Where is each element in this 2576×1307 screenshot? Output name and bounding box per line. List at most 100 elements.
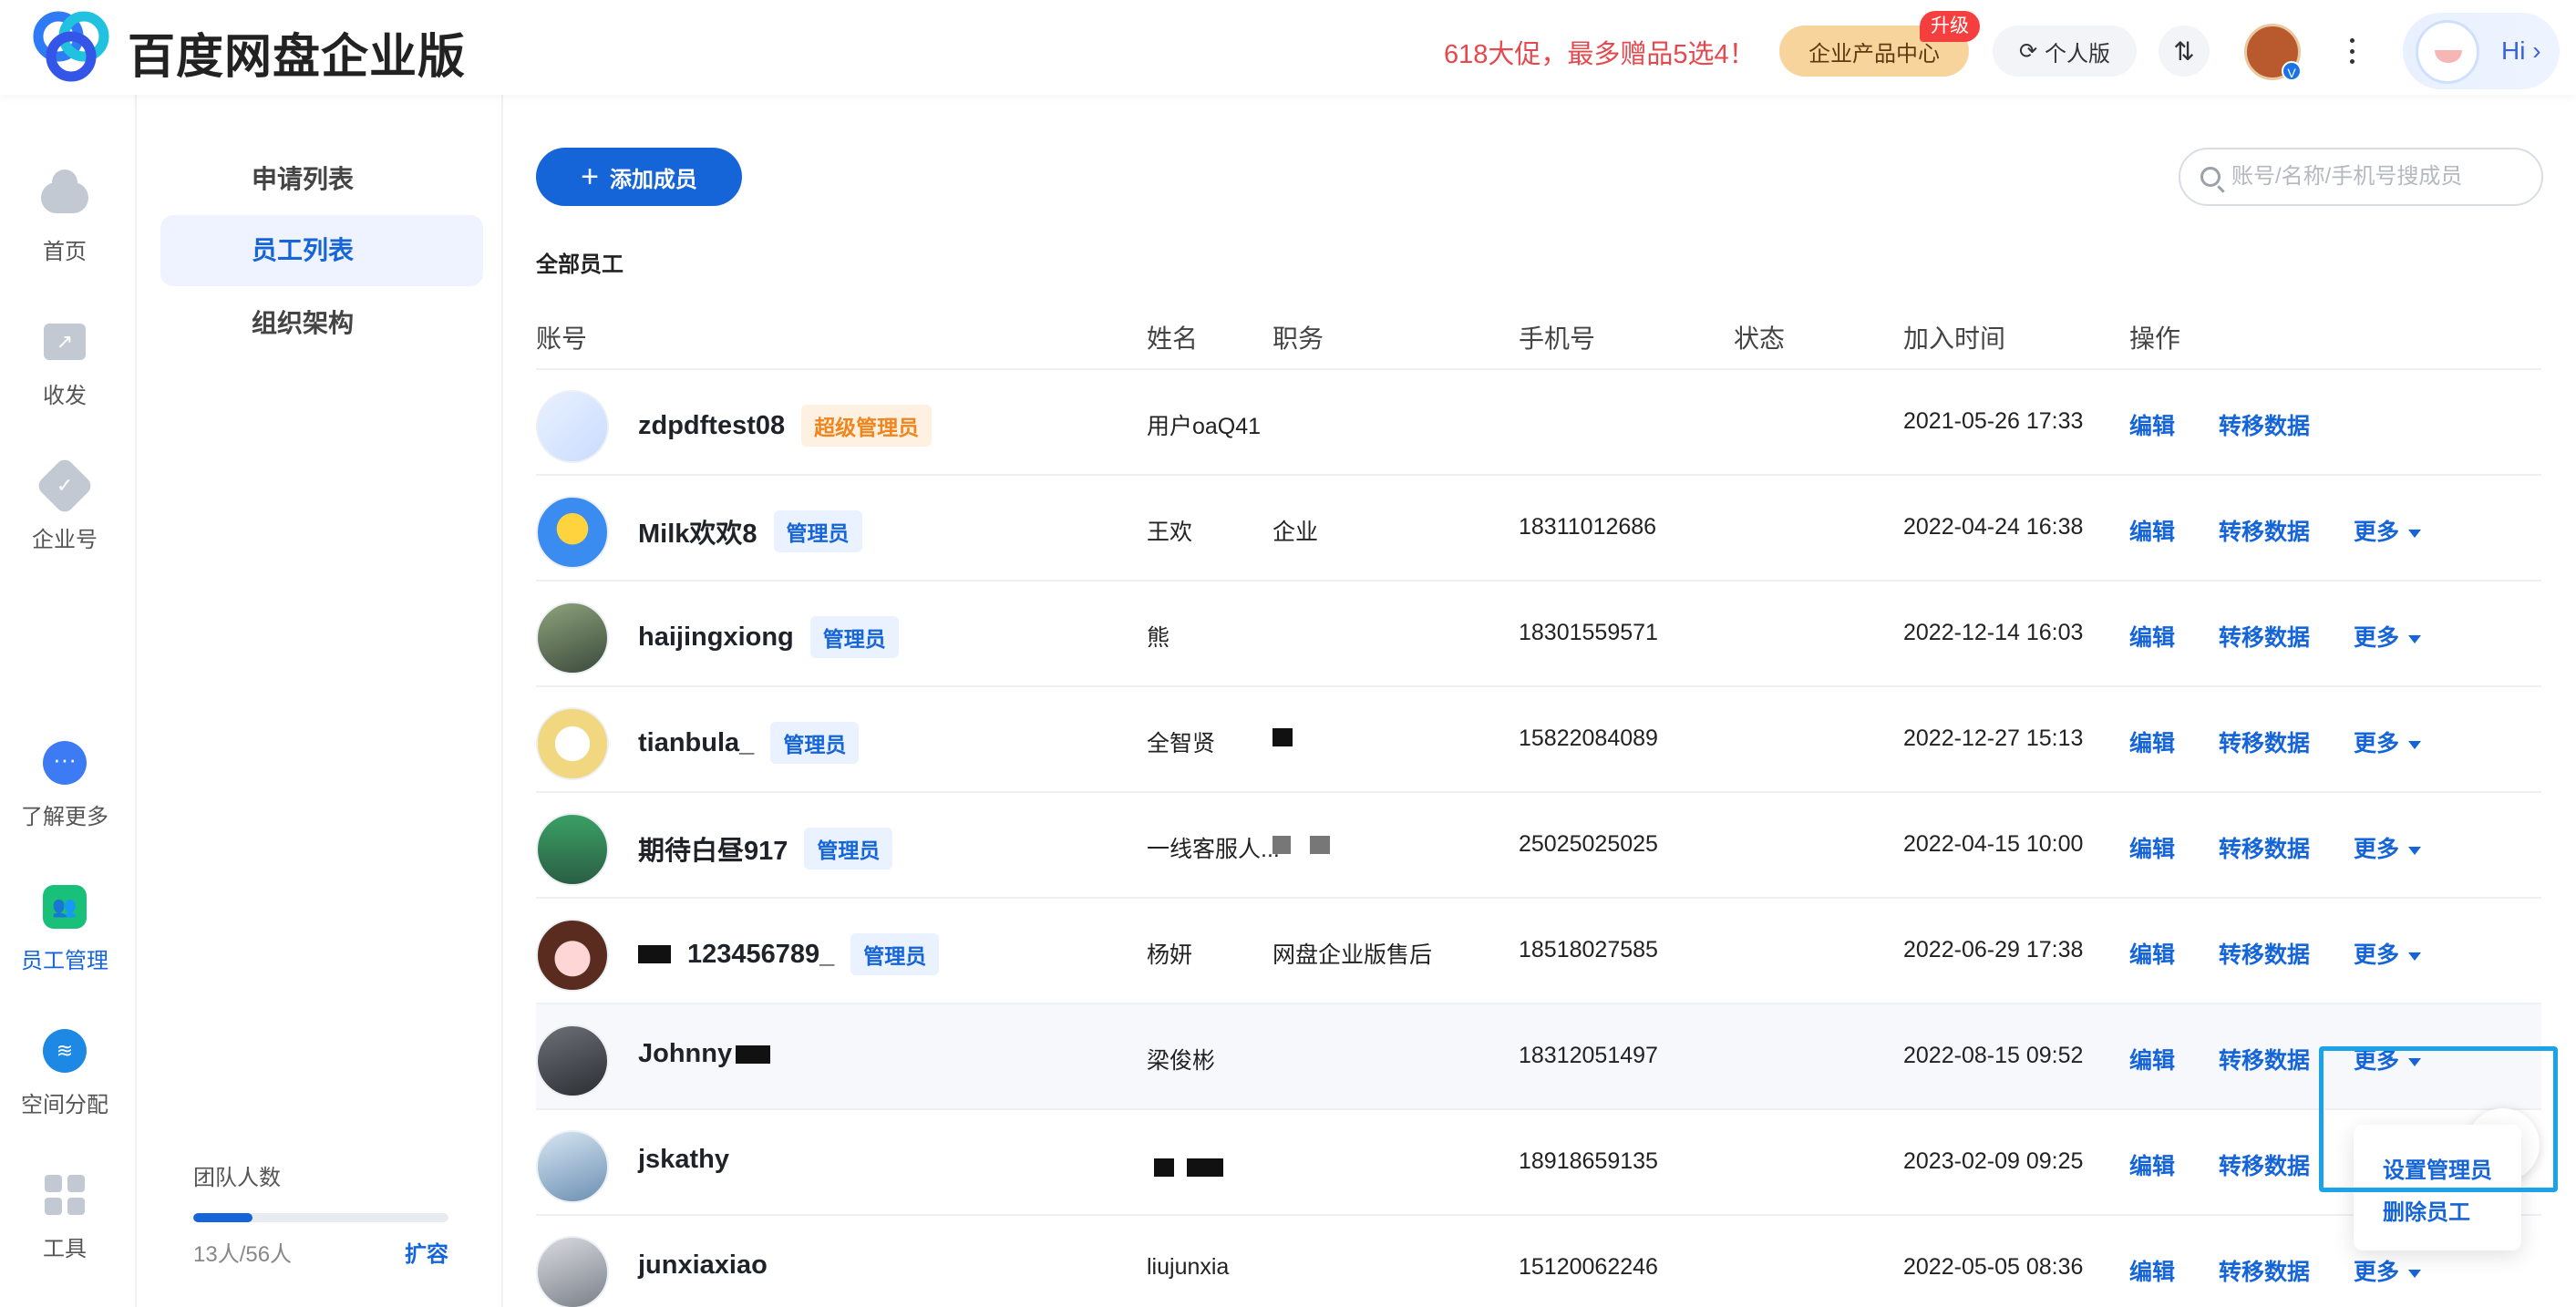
employee-phone: 25025025025 xyxy=(1519,831,1658,857)
transfer-data-button[interactable]: 转移数据 xyxy=(2219,408,2310,441)
rail-item-label: 空间分配 xyxy=(21,1093,108,1117)
promo-banner[interactable]: 618大促，最多赠品5选4！ xyxy=(1444,33,1756,71)
edit-button[interactable]: 编辑 xyxy=(2129,831,2175,864)
search-icon xyxy=(2200,167,2221,187)
transfer-data-button[interactable]: 转移数据 xyxy=(2219,726,2310,758)
avatar xyxy=(536,707,609,780)
more-actions-button[interactable]: 更多 xyxy=(2354,1254,2422,1287)
edit-button[interactable]: 编辑 xyxy=(2129,1043,2175,1075)
table-row[interactable]: junxiaxiao liujunxia 15120062246 2022-05-05… xyxy=(536,1216,2541,1307)
rail-item-enterprise-account[interactable]: ✓ 企业号 xyxy=(0,456,129,553)
assistant-greeting[interactable]: Hi › xyxy=(2403,13,2560,89)
cloud-icon xyxy=(41,170,88,213)
section-title: 全部员工 xyxy=(536,252,623,277)
account-cell: 期待白昼917 管理员 xyxy=(638,828,893,870)
employee-name: 王欢 xyxy=(1147,520,1193,545)
employee-title: 网盘企业版售后 xyxy=(1273,942,1433,968)
table-row[interactable]: jskathy 18918659135 2023-02-09 09:25 编辑 转移数… xyxy=(536,1110,2541,1216)
avatar xyxy=(536,602,609,674)
account-name: jskathy xyxy=(638,1145,729,1174)
baidu-netdisk-logo[interactable] xyxy=(31,9,115,82)
delete-employee-option[interactable]: 删除员工 xyxy=(2354,1192,2521,1234)
personal-edition-button[interactable]: ⟳ 个人版 xyxy=(1993,26,2137,77)
more-menu-icon[interactable] xyxy=(2343,33,2361,69)
more-actions-button[interactable]: 更多 xyxy=(2354,726,2422,758)
assistant-hi-label: Hi › xyxy=(2501,36,2541,65)
avatar xyxy=(536,1024,609,1097)
account-name: zdpdftest08 xyxy=(638,410,786,440)
rail-item-label: 收发 xyxy=(43,384,87,408)
account-name: Johnny xyxy=(638,1039,733,1068)
account-cell: zdpdftest08 超级管理员 xyxy=(638,405,933,447)
team-capacity-title: 团队人数 xyxy=(193,1166,281,1190)
edit-button[interactable]: 编辑 xyxy=(2129,408,2175,441)
subnav-item-staff-list[interactable]: 员工列表 xyxy=(160,215,483,286)
expand-capacity-link[interactable]: 扩容 xyxy=(405,1236,448,1268)
top-header: 百度网盘企业版 618大促，最多赠品5选4！ 企业产品中心 升级 ⟳ 个人版 ⇅… xyxy=(0,0,2576,95)
rail-item-tools[interactable]: 工具 xyxy=(0,1170,129,1262)
account-cell: junxiaxiao xyxy=(638,1250,768,1281)
role-badge: 管理员 xyxy=(773,510,862,552)
table-row[interactable]: tianbula_ 管理员 全智贤 15822084089 2022-12-27 15:… xyxy=(536,687,2541,793)
column-header-status: 状态 xyxy=(1734,324,1786,353)
team-capacity: 团队人数 13人/56人 扩容 xyxy=(193,1159,467,1267)
transfer-data-button[interactable]: 转移数据 xyxy=(2219,620,2310,653)
caret-down-icon xyxy=(2408,1269,2422,1278)
left-rail: 首页 ↗ 收发 ✓ 企业号 ··· 了解更多 👥 员工管理 ≋ 空间分配 工具 xyxy=(0,95,137,1307)
avatar xyxy=(536,496,609,569)
account-cell: jskathy xyxy=(638,1145,729,1175)
transfer-data-button[interactable]: 转移数据 xyxy=(2219,1254,2310,1287)
rail-item-space-allocation[interactable]: ≋ 空间分配 xyxy=(0,1026,129,1118)
role-badge: 管理员 xyxy=(850,933,940,975)
edit-button[interactable]: 编辑 xyxy=(2129,620,2175,653)
team-capacity-fill xyxy=(193,1213,252,1222)
transfer-data-button[interactable]: 转移数据 xyxy=(2219,831,2310,864)
table-row[interactable]: Johnny 梁俊彬 18312051497 2022-08-15 09:52 编辑 转移… xyxy=(536,1004,2541,1110)
employee-phone: 15822084089 xyxy=(1519,726,1658,751)
rail-item-learn-more[interactable]: ··· 了解更多 xyxy=(0,738,129,830)
more-actions-button[interactable]: 更多 xyxy=(2354,514,2422,547)
more-actions-button[interactable]: 更多 xyxy=(2354,831,2422,864)
table-row[interactable]: 期待白昼917 管理员 一线客服人... 25025025025 2022-04-15… xyxy=(536,793,2541,899)
add-member-button[interactable]: + 添加成员 xyxy=(536,148,742,206)
role-badge: 超级管理员 xyxy=(801,405,933,447)
team-icon: 👥 xyxy=(43,885,87,929)
role-badge: 管理员 xyxy=(809,616,899,658)
employee-phone: 18918659135 xyxy=(1519,1148,1658,1174)
rail-item-staff-management[interactable]: 👥 员工管理 xyxy=(0,882,129,974)
employee-joined-time: 2022-12-27 15:13 xyxy=(1903,726,2084,751)
upgrade-badge: 升级 xyxy=(1920,11,1980,42)
transfer-data-button[interactable]: 转移数据 xyxy=(2219,1148,2310,1181)
table-row[interactable]: zdpdftest08 超级管理员 用户oaQ41 2021-05-26 17:33 编… xyxy=(536,370,2541,476)
edit-button[interactable]: 编辑 xyxy=(2129,1148,2175,1181)
account-name: tianbula_ xyxy=(638,727,755,757)
transfer-data-button[interactable]: 转移数据 xyxy=(2219,937,2310,970)
caret-down-icon xyxy=(2408,529,2422,538)
table-row[interactable]: 123456789_ 管理员 杨妍 网盘企业版售后 18518027585 2022-06… xyxy=(536,899,2541,1004)
search-input[interactable] xyxy=(2231,164,2523,190)
transfer-data-button[interactable]: 转移数据 xyxy=(2219,1043,2310,1075)
role-badge: 管理员 xyxy=(770,722,860,764)
avatar xyxy=(536,390,609,463)
swap-icon[interactable]: ⇅ xyxy=(2159,26,2210,77)
rail-item-home[interactable]: 首页 xyxy=(0,170,129,265)
more-actions-button[interactable]: 更多 xyxy=(2354,937,2422,970)
more-label: 更多 xyxy=(2354,837,2400,862)
edit-button[interactable]: 编辑 xyxy=(2129,726,2175,758)
more-dots-icon: ··· xyxy=(43,741,87,785)
member-search[interactable] xyxy=(2179,148,2543,206)
edit-button[interactable]: 编辑 xyxy=(2129,514,2175,547)
edit-button[interactable]: 编辑 xyxy=(2129,937,2175,970)
personal-edition-label: 个人版 xyxy=(2045,41,2111,67)
assistant-mascot-icon xyxy=(2416,20,2479,84)
employee-title: 企业 xyxy=(1273,520,1319,545)
employee-title-redacted xyxy=(1273,724,1293,750)
user-avatar[interactable]: V xyxy=(2244,24,2302,81)
column-header-phone: 手机号 xyxy=(1519,324,1596,353)
more-actions-button[interactable]: 更多 xyxy=(2354,620,2422,653)
table-row[interactable]: Milk欢欢8 管理员 王欢 企业 18311012686 2022-04-24 16:3… xyxy=(536,476,2541,581)
edit-button[interactable]: 编辑 xyxy=(2129,1254,2175,1287)
transfer-data-button[interactable]: 转移数据 xyxy=(2219,514,2310,547)
rail-item-transfer[interactable]: ↗ 收发 xyxy=(0,317,129,409)
table-row[interactable]: haijingxiong 管理员 熊 18301559571 2022-12-14 16… xyxy=(536,581,2541,687)
